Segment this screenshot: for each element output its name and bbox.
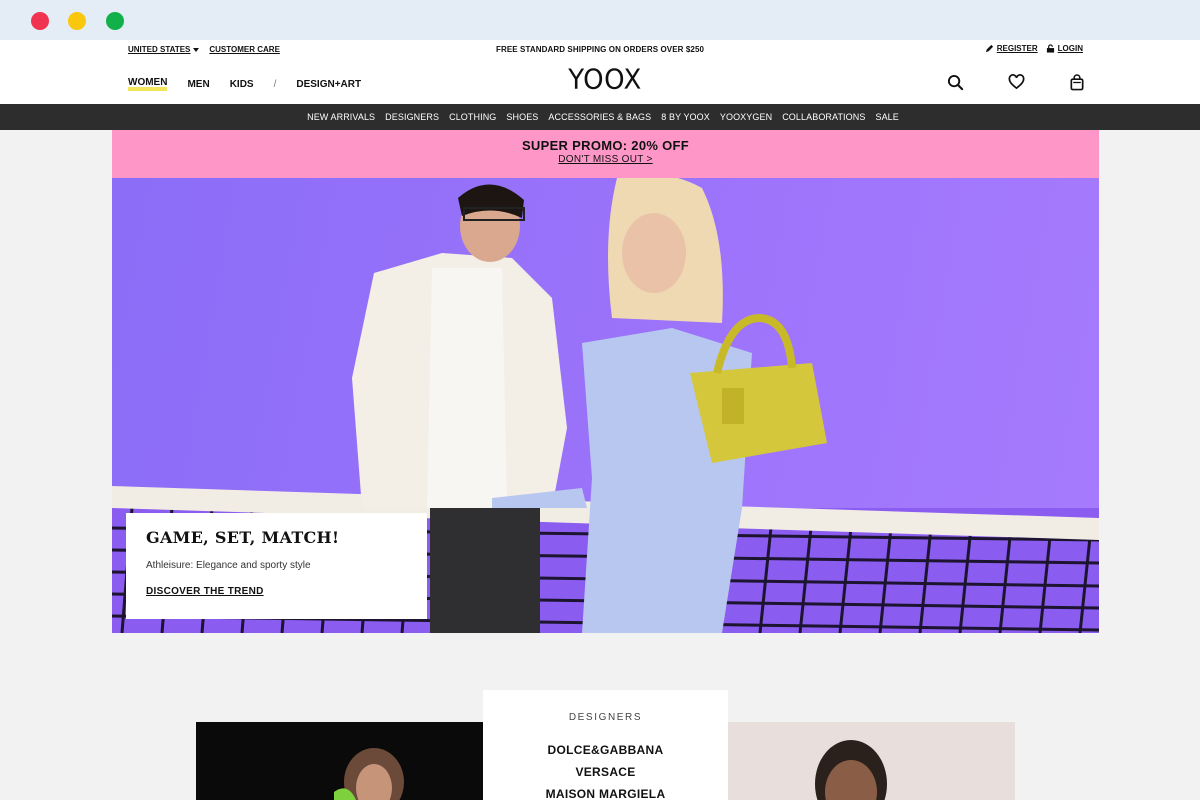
nav-sale[interactable]: SALE — [875, 112, 898, 122]
maximize-window-button[interactable] — [106, 12, 124, 30]
hero-text-card: GAME, SET, MATCH! Athleisure: Elegance a… — [126, 513, 427, 619]
nav-designers[interactable]: DESIGNERS — [385, 112, 439, 122]
nav-accessories-bags[interactable]: ACCESSORIES & BAGS — [548, 112, 651, 122]
bag-icon[interactable] — [1068, 73, 1086, 91]
nav-shoes[interactable]: SHOES — [506, 112, 538, 122]
close-window-button[interactable] — [31, 12, 49, 30]
category-nav: NEW ARRIVALS DESIGNERS CLOTHING SHOES AC… — [0, 104, 1200, 130]
nav-collaborations[interactable]: COLLABORATIONS — [782, 112, 865, 122]
pencil-icon — [985, 44, 993, 53]
designer-link[interactable]: MAISON MARGIELA — [483, 787, 728, 800]
tile-right-photo — [815, 740, 887, 800]
discover-trend-link[interactable]: DISCOVER THE TREND — [146, 586, 407, 597]
nav-new-arrivals[interactable]: NEW ARRIVALS — [307, 112, 375, 122]
search-icon[interactable] — [946, 73, 964, 91]
lock-icon — [1046, 44, 1054, 53]
login-link[interactable]: LOGIN — [1046, 44, 1083, 53]
promo-banner[interactable]: SUPER PROMO: 20% OFF DON'T MISS OUT > — [112, 130, 1099, 178]
promo-title: SUPER PROMO: 20% OFF — [521, 138, 690, 153]
nav-8-by-yoox[interactable]: 8 BY YOOX — [661, 112, 710, 122]
promo-cta-link[interactable]: DON'T MISS OUT > — [112, 154, 1099, 165]
nav-yooxygen[interactable]: YOOXYGEN — [720, 112, 772, 122]
yellow-handbag — [690, 313, 827, 463]
heart-icon[interactable] — [1007, 73, 1025, 91]
promo-tile-left[interactable] — [196, 722, 483, 800]
nav-clothing[interactable]: CLOTHING — [449, 112, 496, 122]
header-icons — [946, 73, 1086, 91]
tile-left-photo — [334, 748, 404, 800]
designers-title: DESIGNERS — [568, 712, 643, 723]
window-titlebar — [0, 0, 1200, 40]
hero-banner[interactable]: GAME, SET, MATCH! Athleisure: Elegance a… — [112, 178, 1099, 633]
designer-link[interactable]: DOLCE&GABBANA — [483, 743, 728, 757]
hero-subtitle: Athleisure: Elegance and sporty style — [146, 560, 311, 571]
minimize-window-button[interactable] — [68, 12, 86, 30]
hero-heading: GAME, SET, MATCH! — [146, 528, 340, 547]
designer-link[interactable]: VERSACE — [483, 765, 728, 779]
promo-tile-right[interactable] — [728, 722, 1015, 800]
register-link[interactable]: REGISTER — [985, 44, 1038, 53]
designers-panel: DESIGNERS DOLCE&GABBANA VERSACE MAISON M… — [483, 690, 728, 800]
account-links: REGISTER LOGIN — [985, 44, 1083, 53]
site-header: UNITED STATES CUSTOMER CARE FREE STANDAR… — [0, 40, 1200, 104]
